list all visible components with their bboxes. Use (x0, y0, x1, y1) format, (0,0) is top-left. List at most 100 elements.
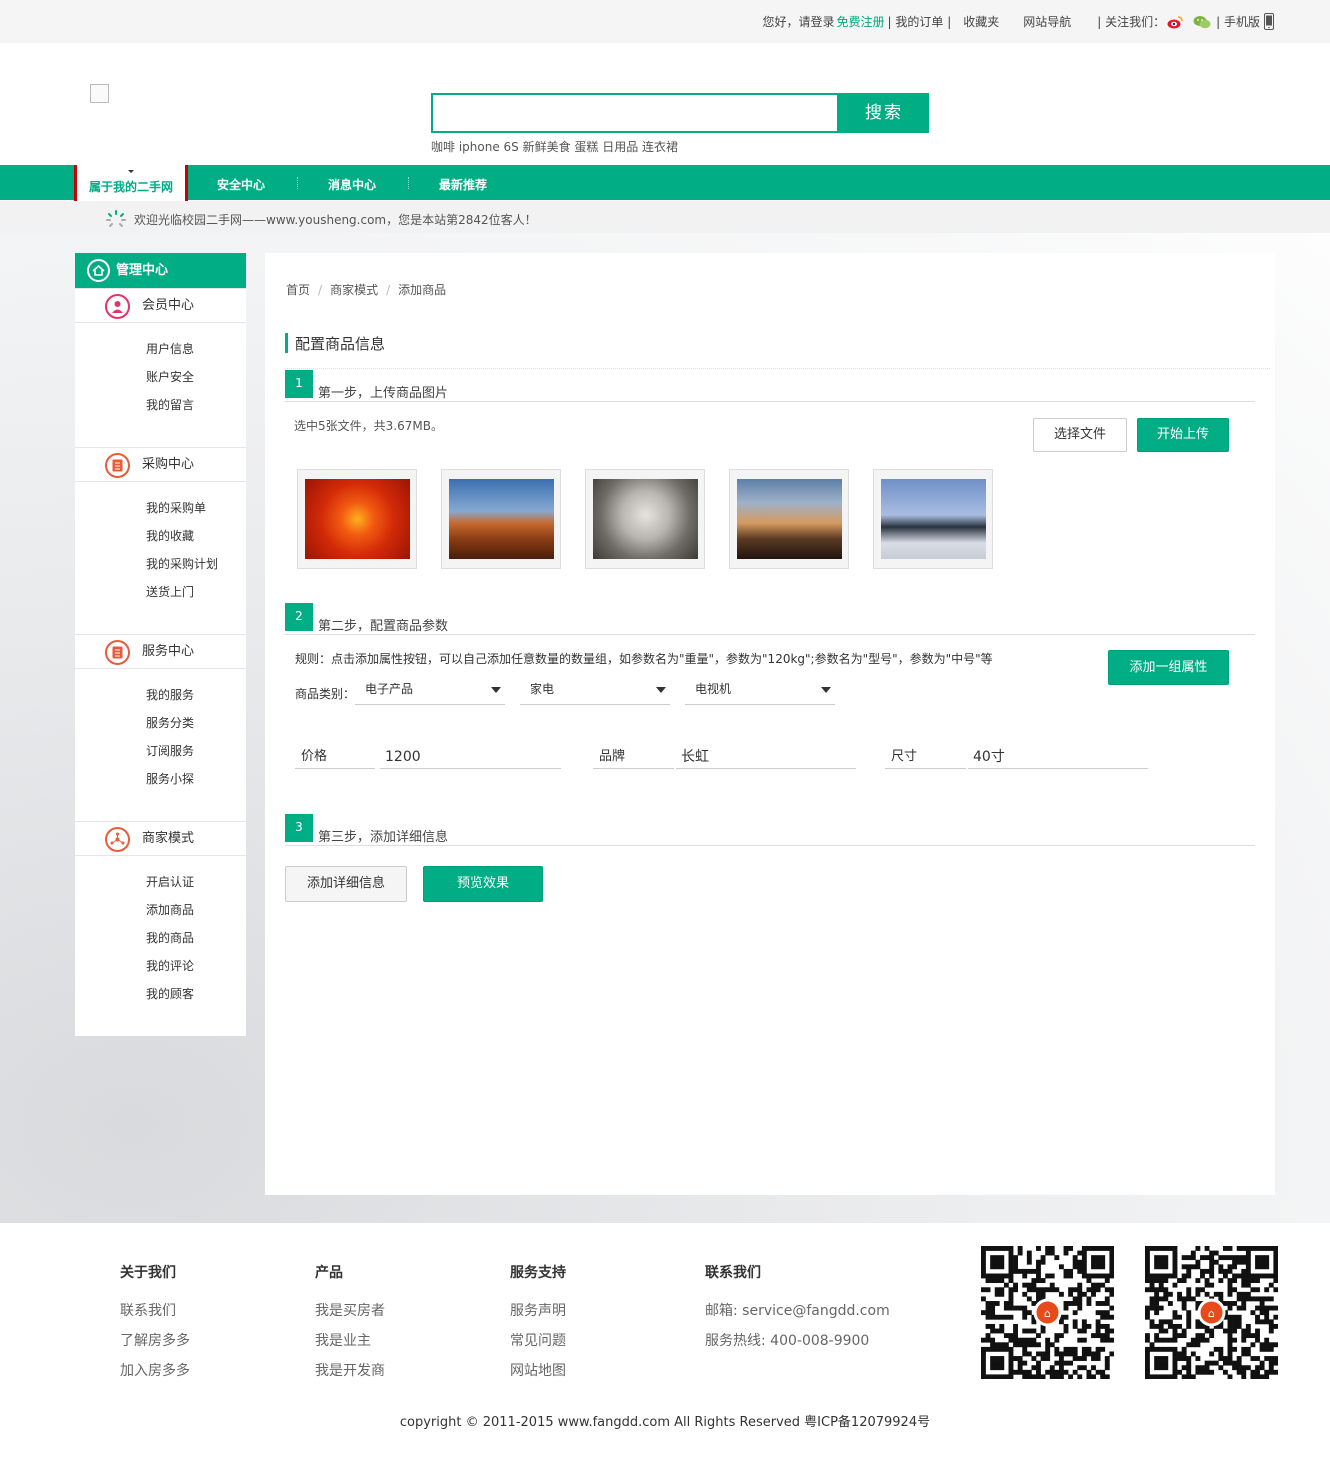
footer-link[interactable]: 我是业主 (315, 1330, 371, 1350)
sidebar-item-my-products[interactable]: 我的商品 (146, 929, 194, 946)
home-icon (87, 259, 110, 282)
param-name-field[interactable]: 价格 (295, 746, 375, 769)
uploaded-image-thumb[interactable] (297, 469, 417, 569)
top-links: 您好，请登录 免费注册 | 我的订单 | 收藏夹 网站导航 | 关注我们： | … (762, 13, 1274, 30)
step-number: 2 (285, 603, 313, 631)
sidebar-item-open-auth[interactable]: 开启认证 (146, 873, 194, 890)
qr-code-image: ⌂ (1145, 1246, 1279, 1380)
sidebar-section-merchant[interactable]: 商家模式 (75, 821, 246, 856)
breadcrumb-current: 添加商品 (398, 283, 447, 297)
sidebar-item-add-product[interactable]: 添加商品 (146, 901, 194, 918)
footer-link[interactable]: 服务声明 (510, 1300, 566, 1320)
sidebar-item-my-favorites[interactable]: 我的收藏 (146, 527, 194, 544)
footer-heading: 联系我们 (705, 1265, 761, 1281)
sidebar-item-delivery[interactable]: 送货上门 (146, 583, 194, 600)
param-name-field[interactable]: 尺寸 (885, 746, 966, 769)
copyright-text: copyright © 2011-2015 www.fangdd.com All… (399, 1415, 931, 1430)
step-title: 第一步，上传商品图片 (318, 386, 449, 401)
sidebar-item-service-category[interactable]: 服务分类 (146, 714, 194, 731)
select-value: 电子产品 (365, 682, 414, 696)
footer-link[interactable]: 联系我们 (120, 1300, 176, 1320)
nav-divider (408, 177, 409, 189)
favorites-link[interactable]: 收藏夹 (963, 13, 999, 30)
footer-link[interactable]: 常见问题 (510, 1330, 566, 1350)
site-nav-link[interactable]: 网站导航 (1023, 13, 1071, 30)
sidebar-item-my-messages[interactable]: 我的留言 (146, 396, 194, 413)
rule-text: 规则：点击添加属性按钮，可以自己添加任意数量的数量组，如参数名为"重量"，参数为… (295, 652, 993, 666)
lighthouse-image (737, 479, 842, 559)
nav-divider (297, 177, 298, 189)
wechat-icon[interactable] (1193, 15, 1211, 29)
sidebar-item-service-probe[interactable]: 服务小探 (146, 770, 194, 787)
chevron-down-icon (821, 687, 831, 693)
chevron-down-icon (491, 687, 501, 693)
step-title: 第三步，添加详细信息 (318, 830, 449, 845)
param-value-field[interactable]: 40寸 (968, 746, 1148, 769)
search-input[interactable] (431, 93, 839, 133)
choose-file-button[interactable]: 选择文件 (1033, 418, 1127, 452)
sidebar-section-label: 商家模式 (142, 831, 195, 846)
hot-search-words[interactable]: 咖啡 iphone 6S 新鲜美食 蛋糕 日用品 连衣裙 (431, 138, 678, 155)
category-select-3[interactable]: 电视机 (685, 678, 835, 705)
sidebar-item-my-customers[interactable]: 我的顾客 (146, 985, 194, 1002)
param-value-field[interactable]: 长虹 (676, 746, 856, 769)
weibo-icon[interactable] (1167, 15, 1183, 29)
category-select-2[interactable]: 家电 (520, 678, 670, 705)
uploaded-image-thumb[interactable] (729, 469, 849, 569)
nav-item-security[interactable]: 安全中心 (196, 165, 286, 200)
nav-item-recommend[interactable]: 最新推荐 (418, 165, 508, 200)
sidebar-section-label: 会员中心 (142, 298, 195, 313)
logo-image[interactable] (90, 84, 109, 103)
main-nav: 安全中心 消息中心 最新推荐 (0, 165, 1330, 200)
document-icon (105, 453, 130, 478)
param-name-field[interactable]: 品牌 (593, 746, 674, 769)
step-number: 1 (285, 370, 313, 398)
sidebar-item-subscribe[interactable]: 订阅服务 (146, 742, 194, 759)
page-title: 配置商品信息 (285, 333, 385, 353)
sidebar-section-member[interactable]: 会员中心 (75, 288, 246, 323)
sidebar-item-my-services[interactable]: 我的服务 (146, 686, 194, 703)
phone-icon[interactable] (1264, 13, 1274, 30)
sidebar-item-purchase-orders[interactable]: 我的采购单 (146, 499, 206, 516)
footer-link[interactable]: 网站地图 (510, 1360, 566, 1380)
svg-text:⌂: ⌂ (1208, 1307, 1215, 1320)
sidebar-header[interactable]: 管理中心 (75, 253, 246, 288)
breadcrumb: 首页 / 商家模式 / 添加商品 (286, 283, 447, 297)
step-divider (285, 401, 1255, 402)
greeting-text: 您好，请登录 (762, 15, 835, 29)
param-value-field[interactable]: 1200 (380, 746, 561, 769)
sidebar-section-purchase[interactable]: 采购中心 (75, 447, 246, 482)
sidebar-item-purchase-plan[interactable]: 我的采购计划 (146, 555, 218, 572)
nav-item-messages[interactable]: 消息中心 (307, 165, 397, 200)
sidebar-item-account-security[interactable]: 账户安全 (146, 368, 194, 385)
koala-image (593, 479, 698, 559)
step-divider (285, 845, 1255, 846)
breadcrumb-home[interactable]: 首页 (286, 283, 310, 297)
breadcrumb-merchant[interactable]: 商家模式 (330, 283, 378, 297)
add-detail-button[interactable]: 添加详细信息 (285, 866, 407, 902)
register-link[interactable]: 免费注册 (837, 13, 885, 30)
uploaded-image-thumb[interactable] (873, 469, 993, 569)
sidebar-item-user-info[interactable]: 用户信息 (146, 340, 194, 357)
selected-files-text: 选中5张文件，共3.67MB。 (294, 419, 443, 433)
preview-button[interactable]: 预览效果 (423, 866, 543, 902)
footer-link[interactable]: 加入房多多 (120, 1360, 190, 1380)
svg-text:⌂: ⌂ (1044, 1307, 1051, 1320)
chevron-down-icon (656, 687, 666, 693)
uploaded-image-thumb[interactable] (441, 469, 561, 569)
sidebar-section-service[interactable]: 服务中心 (75, 634, 246, 669)
sidebar-section-label: 服务中心 (142, 644, 195, 659)
mobile-link[interactable]: | 手机版 (1216, 13, 1260, 30)
qr-code-image: ⌂ (981, 1246, 1115, 1380)
add-attribute-button[interactable]: 添加一组属性 (1108, 650, 1229, 685)
sidebar-item-my-comments[interactable]: 我的评论 (146, 957, 194, 974)
my-orders-link[interactable]: | 我的订单 | (888, 13, 952, 30)
footer-hotline: 服务热线: 400-008-9900 (705, 1333, 870, 1349)
footer-link[interactable]: 我是开发商 (315, 1360, 385, 1380)
uploaded-image-thumb[interactable] (585, 469, 705, 569)
search-button[interactable]: 搜索 (839, 93, 929, 133)
category-select-1[interactable]: 电子产品 (355, 678, 505, 705)
start-upload-button[interactable]: 开始上传 (1137, 418, 1229, 452)
footer-link[interactable]: 了解房多多 (120, 1330, 190, 1350)
footer-link[interactable]: 我是买房者 (315, 1300, 385, 1320)
